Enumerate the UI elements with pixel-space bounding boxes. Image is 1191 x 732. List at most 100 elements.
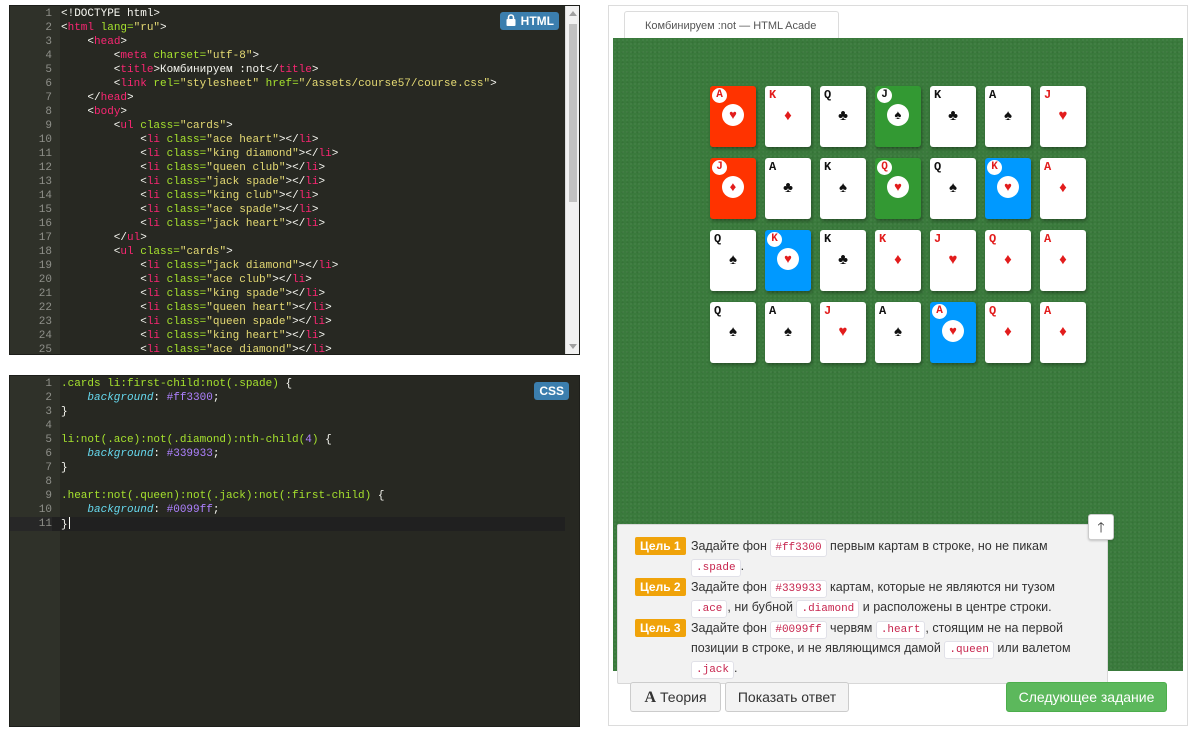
code-text[interactable]: <!DOCTYPE html>: [61, 7, 160, 21]
line-number: 8: [45, 476, 52, 488]
diamond-suit-icon: ♦: [894, 251, 902, 268]
card-rank: Q: [934, 160, 942, 174]
code-text[interactable]: <li class="ace club"></li>: [61, 273, 312, 287]
code-text[interactable]: }: [61, 517, 70, 532]
html-line[interactable]: 18 <ul class="cards">: [10, 245, 565, 259]
card-rank: Q: [714, 304, 722, 318]
goal-3: Цель 3 Задайте фон #0099ff червям .heart,…: [635, 619, 1085, 679]
code-text[interactable]: background: #ff3300;: [61, 391, 219, 405]
code-text[interactable]: <li class="king spade"></li>: [61, 287, 325, 301]
code-text[interactable]: <body>: [61, 105, 127, 119]
code-text[interactable]: <li class="ace diamond"></li>: [61, 343, 332, 354]
theory-icon: A: [644, 689, 657, 706]
code-text[interactable]: </head>: [61, 91, 133, 105]
theory-button[interactable]: A Теория: [630, 682, 721, 712]
html-line[interactable]: 6 <link rel="stylesheet" href="/assets/c…: [10, 77, 565, 91]
code-text[interactable]: <li class="king heart"></li>: [61, 329, 325, 343]
html-line[interactable]: 1 <!DOCTYPE html>: [10, 7, 565, 21]
scroll-up-arrow-icon[interactable]: [569, 11, 577, 16]
html-line[interactable]: 3 <head>: [10, 35, 565, 49]
code-text[interactable]: <head>: [61, 35, 127, 49]
code-text[interactable]: <li class="king diamond"></li>: [61, 147, 338, 161]
goal-2: Цель 2 Задайте фон #339933 картам, которы…: [635, 578, 1085, 618]
code-text[interactable]: <li class="queen club"></li>: [61, 161, 325, 175]
css-line[interactable]: 11}: [10, 517, 565, 531]
css-code-lines[interactable]: 1 .cards li:first-child:not(.spade) {2 ba…: [10, 377, 565, 531]
code-text[interactable]: <li class="queen heart"></li>: [61, 301, 332, 315]
html-editor[interactable]: 1 <!DOCTYPE html> 2 <html lang="ru"> 3 <head…: [9, 5, 580, 355]
card-rank: A: [1044, 304, 1052, 318]
code-text[interactable]: background: #339933;: [61, 447, 219, 461]
diamond-suit-icon: ♦: [710, 176, 756, 198]
html-line[interactable]: 19 <li class="jack diamond"></li>: [10, 259, 565, 273]
css-line[interactable]: 10 background: #0099ff;: [10, 503, 565, 517]
code-text[interactable]: <ul class="cards">: [61, 245, 233, 259]
html-line[interactable]: 9 <ul class="cards">: [10, 119, 565, 133]
code-text[interactable]: <html lang="ru">: [61, 21, 167, 35]
css-line[interactable]: 4: [10, 419, 565, 433]
code-text[interactable]: <li class="jack heart"></li>: [61, 217, 325, 231]
code-text[interactable]: li:not(.ace):not(.diamond):nth-child(4) …: [61, 433, 332, 447]
html-line[interactable]: 21 <li class="king spade"></li>: [10, 287, 565, 301]
card-rank: A: [989, 88, 997, 102]
code-text[interactable]: .heart:not(.queen):not(.jack):not(:first…: [61, 489, 384, 503]
club-suit-icon: ♣: [783, 179, 793, 196]
code-text[interactable]: <li class="king club"></li>: [61, 189, 318, 203]
card: A ♥: [930, 302, 976, 363]
css-line[interactable]: 5 li:not(.ace):not(.diamond):nth-child(4)…: [10, 433, 565, 447]
html-line[interactable]: 20 <li class="ace club"></li>: [10, 273, 565, 287]
html-line[interactable]: 5 <title>Комбинируем :not</title>: [10, 63, 565, 77]
html-code-lines[interactable]: 1 <!DOCTYPE html> 2 <html lang="ru"> 3 <head…: [10, 7, 565, 354]
scroll-down-arrow-icon[interactable]: [569, 344, 577, 349]
html-line[interactable]: 15 <li class="ace spade"></li>: [10, 203, 565, 217]
css-line[interactable]: 8: [10, 475, 565, 489]
code-text[interactable]: <li class="jack spade"></li>: [61, 175, 325, 189]
code-text[interactable]: }: [61, 405, 68, 419]
code-text[interactable]: </ul>: [61, 231, 147, 245]
next-task-button[interactable]: Следующее задание: [1006, 682, 1167, 712]
html-line[interactable]: 22 <li class="queen heart"></li>: [10, 301, 565, 315]
css-line[interactable]: 3}: [10, 405, 565, 419]
html-line[interactable]: 24 <li class="king heart"></li>: [10, 329, 565, 343]
html-line[interactable]: 17 </ul>: [10, 231, 565, 245]
heart-suit-icon: ♥: [948, 251, 958, 268]
html-line[interactable]: 12 <li class="queen club"></li>: [10, 161, 565, 175]
html-line[interactable]: 2 <html lang="ru">: [10, 21, 565, 35]
card-rank: K: [879, 232, 887, 246]
show-answer-button[interactable]: Показать ответ: [725, 682, 849, 712]
css-line[interactable]: 6 background: #339933;: [10, 447, 565, 461]
code-text[interactable]: <li class="ace heart"></li>: [61, 133, 318, 147]
code-text[interactable]: <li class="queen spade"></li>: [61, 315, 332, 329]
html-line[interactable]: 23 <li class="queen spade"></li>: [10, 315, 565, 329]
html-line[interactable]: 8 <body>: [10, 105, 565, 119]
html-line[interactable]: 16 <li class="jack heart"></li>: [10, 217, 565, 231]
html-line[interactable]: 11 <li class="king diamond"></li>: [10, 147, 565, 161]
html-line[interactable]: 4 <meta charset="utf-8">: [10, 49, 565, 63]
code-text[interactable]: <ul class="cards">: [61, 119, 233, 133]
preview-tab[interactable]: Комбинируем :not — HTML Acade: [624, 11, 839, 39]
lock-icon: [506, 14, 516, 26]
css-line[interactable]: 9 .heart:not(.queen):not(.jack):not(:firs…: [10, 489, 565, 503]
scrollbar-thumb[interactable]: [569, 24, 577, 202]
html-line[interactable]: 7 </head>: [10, 91, 565, 105]
css-editor[interactable]: 1 .cards li:first-child:not(.spade) {2 ba…: [9, 375, 580, 727]
code-text[interactable]: <link rel="stylesheet" href="/assets/cou…: [61, 77, 497, 91]
code-text[interactable]: .cards li:first-child:not(.spade) {: [61, 377, 292, 391]
line-number: 22: [38, 302, 52, 314]
html-line[interactable]: 25 <li class="ace diamond"></li>: [10, 343, 565, 354]
html-editor-scrollbar[interactable]: [565, 6, 579, 354]
css-line[interactable]: 1 .cards li:first-child:not(.spade) {: [10, 377, 565, 391]
code-text[interactable]: <li class="ace spade"></li>: [61, 203, 318, 217]
collapse-goals-button[interactable]: 🡑: [1088, 514, 1114, 540]
line-number: 20: [38, 274, 52, 286]
html-line[interactable]: 14 <li class="king club"></li>: [10, 189, 565, 203]
html-line[interactable]: 13 <li class="jack spade"></li>: [10, 175, 565, 189]
html-line[interactable]: 10 <li class="ace heart"></li>: [10, 133, 565, 147]
code-text[interactable]: }: [61, 461, 68, 475]
code-text[interactable]: <title>Комбинируем :not</title>: [61, 63, 319, 77]
code-text[interactable]: <li class="jack diamond"></li>: [61, 259, 338, 273]
code-text[interactable]: <meta charset="utf-8">: [61, 49, 259, 63]
css-line[interactable]: 7}: [10, 461, 565, 475]
code-text[interactable]: background: #0099ff;: [61, 503, 219, 517]
css-line[interactable]: 2 background: #ff3300;: [10, 391, 565, 405]
